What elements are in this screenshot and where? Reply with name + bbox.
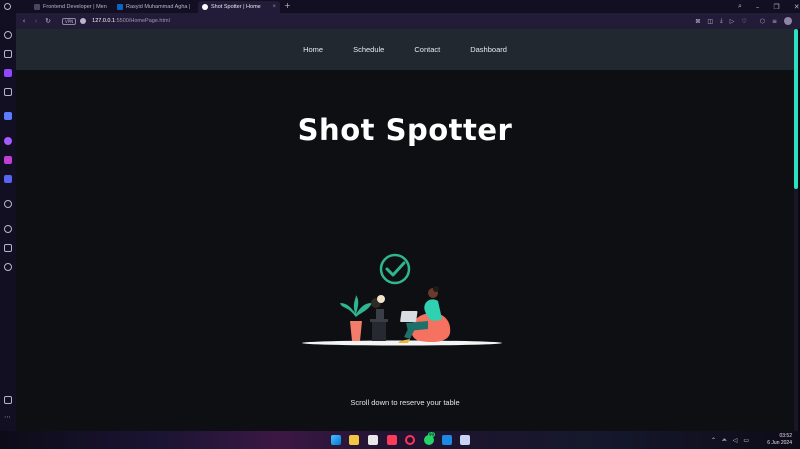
windows-start-icon[interactable]: [331, 435, 341, 445]
nav-contact[interactable]: Contact: [414, 45, 440, 54]
page-viewport: Home Schedule Contact Dashboard Shot Spo…: [16, 29, 794, 431]
cube-icon[interactable]: [4, 244, 12, 252]
snipping-tool-icon[interactable]: [460, 435, 470, 445]
sidebar: ⋯: [0, 13, 16, 431]
music-icon[interactable]: [387, 435, 397, 445]
opera-icon[interactable]: [405, 435, 415, 445]
back-icon[interactable]: ‹: [18, 17, 30, 25]
store-icon[interactable]: [368, 435, 378, 445]
minimize-icon[interactable]: –: [756, 3, 760, 11]
instagram-icon[interactable]: [4, 156, 12, 164]
sidebar-toggle-icon[interactable]: [4, 396, 12, 404]
tab-title: Shot Spotter | Home: [211, 4, 261, 10]
side-table: [372, 321, 386, 341]
checkmark-icon: [379, 253, 411, 285]
nav-schedule[interactable]: Schedule: [353, 45, 384, 54]
messenger-icon[interactable]: [4, 137, 12, 145]
plant: [340, 295, 372, 317]
clock-date: 6 Jun 2024: [767, 440, 792, 446]
laptop: [400, 311, 418, 322]
aria-icon[interactable]: [4, 88, 12, 96]
play-icon[interactable]: ▷: [730, 18, 735, 25]
tab-favicon-icon: [34, 4, 40, 10]
tab-rasyid[interactable]: Rasyid Muhammad Agha |: [113, 1, 197, 13]
wifi-icon[interactable]: ⩕: [722, 436, 727, 444]
twitch-icon[interactable]: [4, 69, 12, 77]
taskbar: 99 ⌃ ⩕ ◁ ▭ 03:52 6 Jun 2024: [0, 431, 800, 449]
clock-time: 03:52: [779, 433, 792, 439]
forward-icon[interactable]: ›: [30, 17, 42, 25]
history-icon[interactable]: [4, 225, 12, 233]
address-bar: ‹ › ↻ VPN 127.0.0.1:5500/HomePage.html ⊠…: [16, 13, 800, 29]
easy-setup-icon[interactable]: ≡: [772, 18, 777, 25]
extensions-icon[interactable]: ⬡: [760, 18, 765, 25]
scrollbar-thumb[interactable]: [794, 29, 798, 189]
close-window-icon[interactable]: ✕: [794, 3, 800, 11]
page-title: Shot Spotter: [297, 113, 513, 147]
arc-icon[interactable]: [4, 112, 12, 120]
volume-icon[interactable]: ◁: [733, 437, 738, 444]
url-field[interactable]: 127.0.0.1:5500/HomePage.html: [92, 18, 170, 24]
hero-illustration: [302, 253, 502, 346]
bag-icon[interactable]: [4, 50, 12, 58]
tray-chevron-icon[interactable]: ⌃: [711, 437, 716, 444]
download-icon[interactable]: ⤓: [720, 17, 723, 25]
scroll-hint: Scroll down to reserve your table: [350, 398, 460, 407]
url-host: 127.0.0.1: [92, 18, 116, 24]
search-tabs-icon[interactable]: ⌕: [738, 2, 742, 11]
tab-title: Rasyid Muhammad Agha |: [126, 4, 191, 10]
notification-badge: 99: [428, 432, 436, 437]
tab-strip: Frontend Developer | Men Rasyid Muhammad…: [0, 0, 800, 13]
tab-title: Frontend Developer | Men: [43, 4, 107, 10]
site-navbar: Home Schedule Contact Dashboard: [16, 29, 794, 70]
vpn-badge[interactable]: VPN: [62, 17, 77, 25]
profile-avatar[interactable]: [784, 17, 792, 25]
site-info-icon[interactable]: [80, 18, 87, 24]
speed-dial-icon[interactable]: [4, 31, 12, 39]
url-path: :5500/HomePage.html: [115, 18, 170, 24]
nav-home[interactable]: Home: [303, 45, 323, 54]
more-icon[interactable]: ⋯: [4, 413, 11, 421]
system-clock[interactable]: 03:52 6 Jun 2024: [767, 433, 792, 447]
maximize-icon[interactable]: ❐: [773, 3, 779, 11]
tab-frontend-developer[interactable]: Frontend Developer | Men: [30, 1, 112, 13]
battery-icon[interactable]: ▭: [743, 437, 749, 444]
browser-menu-icon[interactable]: [4, 3, 11, 10]
nav-dashboard[interactable]: Dashboard: [470, 45, 507, 54]
settings-icon[interactable]: [4, 263, 12, 271]
reload-icon[interactable]: ↻: [42, 17, 54, 25]
camera-icon[interactable]: ◫: [707, 18, 713, 25]
target-icon[interactable]: [4, 200, 12, 208]
vscode-icon[interactable]: [442, 435, 452, 445]
tab-shot-spotter[interactable]: Shot Spotter | Home ×: [198, 1, 280, 13]
globe-icon: [202, 4, 208, 10]
new-tab-button[interactable]: +: [284, 1, 291, 10]
heart-icon[interactable]: ♡: [741, 18, 746, 25]
linkedin-icon: [117, 4, 123, 10]
translate-icon[interactable]: ⊠: [695, 18, 700, 25]
discord-icon[interactable]: [4, 175, 12, 183]
file-explorer-icon[interactable]: [349, 435, 359, 445]
close-tab-icon[interactable]: ×: [272, 4, 276, 10]
